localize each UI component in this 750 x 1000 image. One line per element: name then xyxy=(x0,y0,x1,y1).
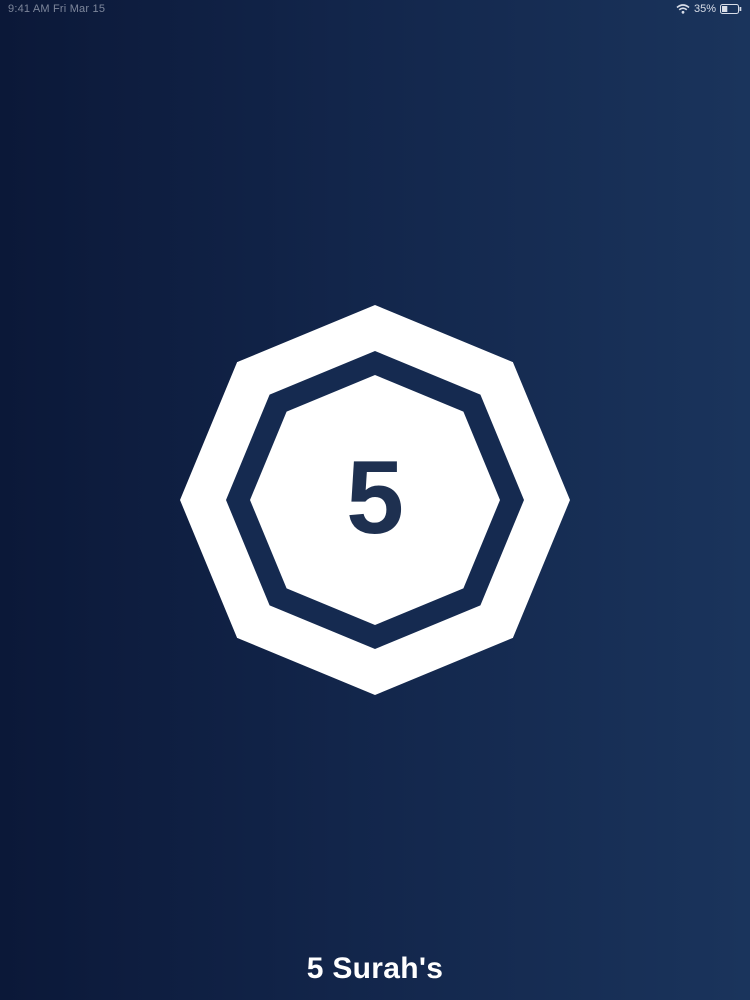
status-indicators: 35% xyxy=(676,3,742,15)
logo-numeral: 5 xyxy=(346,440,404,556)
wifi-icon xyxy=(676,4,690,14)
app-logo: 5 xyxy=(180,305,570,695)
battery-icon xyxy=(720,4,742,14)
battery-percent: 35% xyxy=(693,3,716,15)
status-bar: 9:41 AM Fri Mar 15 35% xyxy=(0,0,750,18)
app-name-title: 5 Surah's xyxy=(306,952,444,985)
status-time-date: 9:41 AM Fri Mar 15 xyxy=(8,3,106,15)
eight-pointed-star-icon: 5 xyxy=(180,305,570,695)
